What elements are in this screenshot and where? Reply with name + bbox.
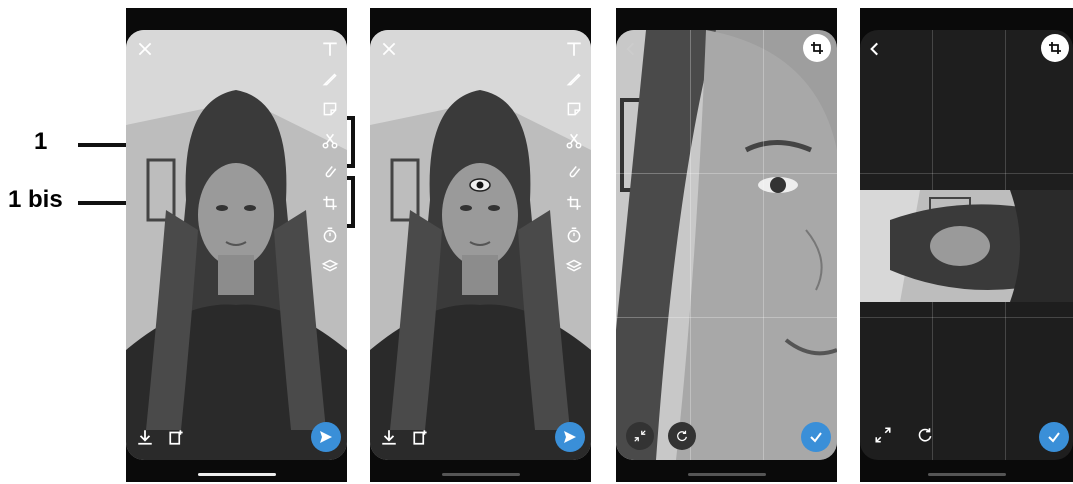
confirm-check-icon[interactable] bbox=[801, 422, 831, 452]
crop-grid-line bbox=[690, 30, 691, 460]
crop-editor-screen bbox=[616, 30, 837, 460]
pencil-icon[interactable] bbox=[319, 68, 341, 90]
crop-icon[interactable] bbox=[803, 34, 831, 62]
sticker-icon[interactable] bbox=[319, 98, 341, 120]
text-icon[interactable] bbox=[563, 38, 585, 60]
portrait-photo bbox=[126, 30, 347, 460]
phone-screen-1 bbox=[126, 8, 347, 482]
phone-screen-2 bbox=[370, 8, 591, 482]
close-icon[interactable] bbox=[378, 38, 400, 60]
paperclip-icon[interactable] bbox=[319, 160, 341, 182]
download-icon[interactable] bbox=[378, 426, 400, 448]
back-icon[interactable] bbox=[620, 38, 642, 60]
home-indicator bbox=[927, 473, 1006, 476]
download-icon[interactable] bbox=[134, 426, 156, 448]
rotated-portrait-photo bbox=[860, 190, 1073, 302]
sticker-icon[interactable] bbox=[563, 98, 585, 120]
portrait-photo-with-sticker bbox=[370, 30, 591, 460]
callout-label-1-bis: 1 bis bbox=[8, 186, 63, 213]
home-indicator bbox=[197, 473, 276, 476]
pencil-icon[interactable] bbox=[563, 68, 585, 90]
share-story-icon[interactable] bbox=[410, 426, 432, 448]
phone-screen-3 bbox=[616, 8, 837, 482]
crop-grid-line bbox=[616, 173, 837, 174]
crop-grid-line bbox=[616, 317, 837, 318]
close-icon[interactable] bbox=[134, 38, 156, 60]
photo-editor-screen bbox=[126, 30, 347, 460]
share-story-icon[interactable] bbox=[166, 426, 188, 448]
home-indicator bbox=[687, 473, 766, 476]
crop-icon[interactable] bbox=[1041, 34, 1069, 62]
crop-grid-line bbox=[860, 173, 1073, 174]
home-indicator bbox=[441, 473, 520, 476]
rotate-icon[interactable] bbox=[914, 424, 936, 446]
crop-grid-line bbox=[860, 317, 1073, 318]
crop-icon[interactable] bbox=[563, 192, 585, 214]
confirm-check-icon[interactable] bbox=[1039, 422, 1069, 452]
phone-screen-4 bbox=[860, 8, 1073, 482]
scissors-icon[interactable] bbox=[319, 130, 341, 152]
zoomed-face-photo bbox=[616, 30, 837, 460]
text-icon[interactable] bbox=[319, 38, 341, 60]
send-icon[interactable] bbox=[555, 422, 585, 452]
timer-icon[interactable] bbox=[319, 224, 341, 246]
rotate-icon[interactable] bbox=[668, 422, 696, 450]
stack-icon[interactable] bbox=[319, 254, 341, 276]
stack-icon[interactable] bbox=[563, 254, 585, 276]
expand-icon[interactable] bbox=[872, 424, 894, 446]
callout-label-1: 1 bbox=[34, 128, 48, 155]
crop-icon[interactable] bbox=[319, 192, 341, 214]
back-icon[interactable] bbox=[864, 38, 886, 60]
send-icon[interactable] bbox=[311, 422, 341, 452]
paperclip-icon[interactable] bbox=[563, 160, 585, 182]
timer-icon[interactable] bbox=[563, 224, 585, 246]
crop-grid-line bbox=[763, 30, 764, 460]
crop-editor-screen bbox=[860, 30, 1073, 460]
collapse-icon[interactable] bbox=[626, 422, 654, 450]
scissors-icon[interactable] bbox=[563, 130, 585, 152]
photo-editor-screen bbox=[370, 30, 591, 460]
